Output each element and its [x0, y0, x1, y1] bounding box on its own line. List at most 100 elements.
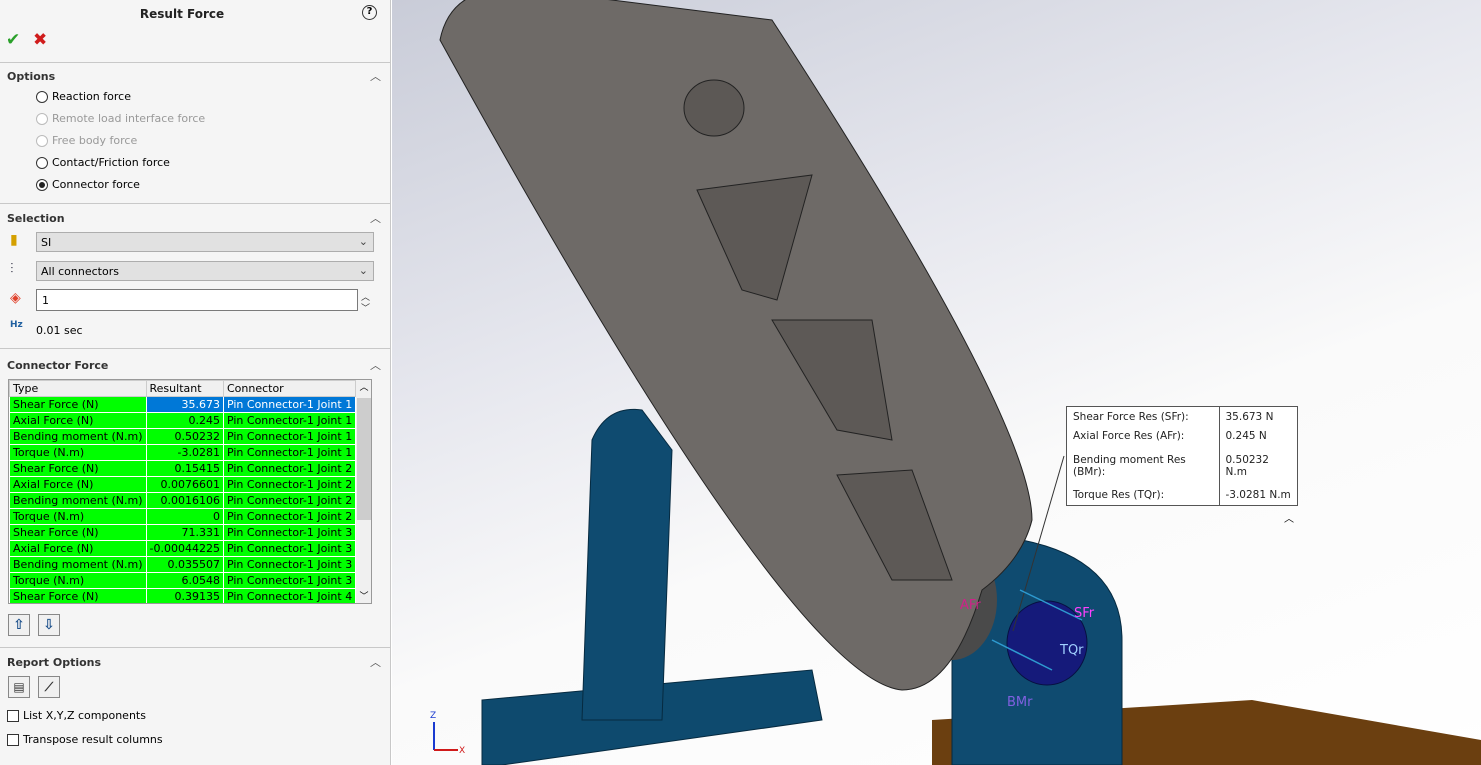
- arm-hole: [683, 79, 745, 137]
- list-xyz-checkbox[interactable]: List X,Y,Z components: [7, 709, 146, 722]
- callout-label: Axial Force Res (AFr):: [1067, 426, 1220, 447]
- radio-label: Free body force: [52, 134, 138, 147]
- radio-label: Reaction force: [52, 90, 131, 103]
- cell-connector: Pin Connector-1 Joint 4: [222, 588, 357, 603]
- table-row[interactable]: Torque (N.m) -3.0281 Pin Connector-1 Joint…: [9, 444, 357, 461]
- connectors-select[interactable]: All connectors ⌄: [36, 261, 374, 281]
- cell-resultant: 71.331: [145, 524, 224, 541]
- radio-button[interactable]: [36, 90, 48, 103]
- cell-connector: Pin Connector-1 Joint 2: [222, 508, 357, 525]
- cell-resultant: 0.245: [145, 412, 224, 429]
- table-row[interactable]: Axial Force (N) 0.245 Pin Connector-1 Join…: [9, 412, 357, 429]
- selection-header: Selection: [7, 212, 65, 225]
- units-select[interactable]: SI ⌄: [36, 232, 374, 252]
- result-callout[interactable]: Shear Force Res (SFr): 35.673 N Axial Forc…: [1066, 406, 1298, 506]
- callout-label: Torque Res (TQr):: [1067, 485, 1220, 505]
- table-row[interactable]: Shear Force (N) 0.15415 Pin Connector-1 Jo…: [9, 460, 357, 477]
- collapse-connector-force-icon[interactable]: ︿: [370, 357, 381, 373]
- cell-resultant: 35.673: [145, 396, 224, 413]
- radio-option[interactable]: Connector force: [36, 178, 140, 191]
- table-scrollbar[interactable]: ︿ ﹀: [356, 380, 371, 603]
- time-value: 0.01 sec: [36, 324, 83, 337]
- radio-button[interactable]: [36, 178, 48, 191]
- property-manager: Result Force ? ✔ ✖ Options ︿ Reaction fo…: [0, 0, 391, 765]
- cell-type: Axial Force (N): [9, 540, 147, 557]
- scroll-up-icon[interactable]: ︿: [356, 380, 371, 393]
- frequency-time-icon: Hz: [10, 320, 23, 330]
- table-row[interactable]: Bending moment (N.m) 0.035507 Pin Connecto…: [9, 556, 357, 573]
- step-down-button[interactable]: ﹀: [361, 301, 370, 314]
- cell-connector: Pin Connector-1 Joint 1: [222, 428, 357, 445]
- cell-type: Shear Force (N): [9, 524, 147, 541]
- table-row[interactable]: Torque (N.m) 0 Pin Connector-1 Joint 2: [9, 508, 357, 525]
- step-input[interactable]: 1: [36, 289, 358, 311]
- cell-resultant: 0.50232: [145, 428, 224, 445]
- cell-connector: Pin Connector-1 Joint 1: [222, 444, 357, 461]
- callout-collapse-icon[interactable]: ︿: [1284, 510, 1294, 525]
- column-connector[interactable]: Connector: [222, 380, 357, 397]
- move-down-button[interactable]: ⇩: [38, 614, 60, 636]
- save-report-icon[interactable]: ▤: [8, 676, 30, 698]
- plot-report-icon[interactable]: ⟋: [38, 676, 60, 698]
- callout-row: Torque Res (TQr): -3.0281 N.m: [1067, 485, 1297, 505]
- ok-button[interactable]: ✔: [6, 30, 20, 50]
- scrollbar-thumb[interactable]: [357, 398, 371, 520]
- table-row[interactable]: Shear Force (N) 0.39135 Pin Connector-1 Jo…: [9, 588, 357, 603]
- cell-type: Torque (N.m): [9, 572, 147, 589]
- radio-option: Remote load interface force: [36, 112, 205, 125]
- label-sfr: SFr: [1074, 606, 1095, 621]
- graphics-viewport[interactable]: AFr SFr TQr BMr Z X Shear Force Res (SFr…: [392, 0, 1481, 765]
- report-section: [0, 647, 391, 648]
- radio-option[interactable]: Reaction force: [36, 90, 131, 103]
- help-icon[interactable]: ?: [362, 5, 377, 20]
- label-tqr: TQr: [1060, 643, 1084, 658]
- callout-value: 35.673 N: [1225, 410, 1274, 423]
- table-row[interactable]: Bending moment (N.m) 0.0016106 Pin Connect…: [9, 492, 357, 509]
- report-header: Report Options: [7, 656, 102, 669]
- callout-label: Shear Force Res (SFr):: [1067, 407, 1220, 427]
- radio-option[interactable]: Contact/Friction force: [36, 156, 170, 169]
- column-resultant[interactable]: Resultant: [145, 380, 224, 397]
- collapse-report-icon[interactable]: ︿: [370, 654, 381, 670]
- units-ruler-icon: ▮: [10, 232, 18, 248]
- cell-connector: Pin Connector-1 Joint 2: [222, 476, 357, 493]
- label-bmr: BMr: [1007, 695, 1033, 710]
- options-section: [0, 62, 391, 63]
- table-row[interactable]: Shear Force (N) 35.673 Pin Connector-1 Joi…: [9, 396, 357, 413]
- table-row[interactable]: Torque (N.m) 6.0548 Pin Connector-1 Joint …: [9, 572, 357, 589]
- cell-resultant: 0.035507: [145, 556, 224, 573]
- cancel-button[interactable]: ✖: [33, 30, 47, 50]
- table-row[interactable]: Bending moment (N.m) 0.50232 Pin Connector…: [9, 428, 357, 445]
- collapse-selection-icon[interactable]: ︿: [370, 210, 381, 226]
- radio-label: Connector force: [52, 178, 140, 191]
- column-type[interactable]: Type: [9, 380, 147, 397]
- cell-type: Shear Force (N): [9, 588, 147, 603]
- cell-connector: Pin Connector-1 Joint 3: [222, 524, 357, 541]
- table-row[interactable]: Axial Force (N) 0.0076601 Pin Connector-1 …: [9, 476, 357, 493]
- radio-button[interactable]: [36, 156, 48, 169]
- cell-type: Bending moment (N.m): [9, 428, 147, 445]
- cell-connector: Pin Connector-1 Joint 1: [222, 396, 357, 413]
- cell-type: Shear Force (N): [9, 460, 147, 477]
- model-3d: [433, 0, 1481, 765]
- axis-triad: [433, 722, 458, 751]
- table-row[interactable]: Axial Force (N) -0.00044225 Pin Connector-…: [9, 540, 357, 557]
- move-up-button[interactable]: ⇧: [8, 614, 30, 636]
- radio-label: Remote load interface force: [52, 112, 206, 125]
- cell-resultant: 0.39135: [145, 588, 224, 603]
- table-row[interactable]: Shear Force (N) 71.331 Pin Connector-1 Joi…: [9, 524, 357, 541]
- selection-section: [0, 203, 391, 204]
- cell-type: Axial Force (N): [9, 476, 147, 493]
- radio-option: Free body force: [36, 134, 137, 147]
- transpose-checkbox[interactable]: Transpose result columns: [7, 733, 163, 746]
- cell-connector: Pin Connector-1 Joint 3: [222, 572, 357, 589]
- cell-type: Torque (N.m): [9, 444, 147, 461]
- scroll-down-icon[interactable]: ﹀: [356, 589, 371, 602]
- cell-connector: Pin Connector-1 Joint 1: [222, 412, 357, 429]
- cell-type: Bending moment (N.m): [9, 492, 147, 509]
- cell-resultant: 0.15415: [145, 460, 224, 477]
- cell-connector: Pin Connector-1 Joint 3: [222, 540, 357, 557]
- callout-row: Shear Force Res (SFr): 35.673 N: [1067, 407, 1297, 427]
- collapse-options-icon[interactable]: ︿: [370, 68, 381, 84]
- cell-type: Axial Force (N): [9, 412, 147, 429]
